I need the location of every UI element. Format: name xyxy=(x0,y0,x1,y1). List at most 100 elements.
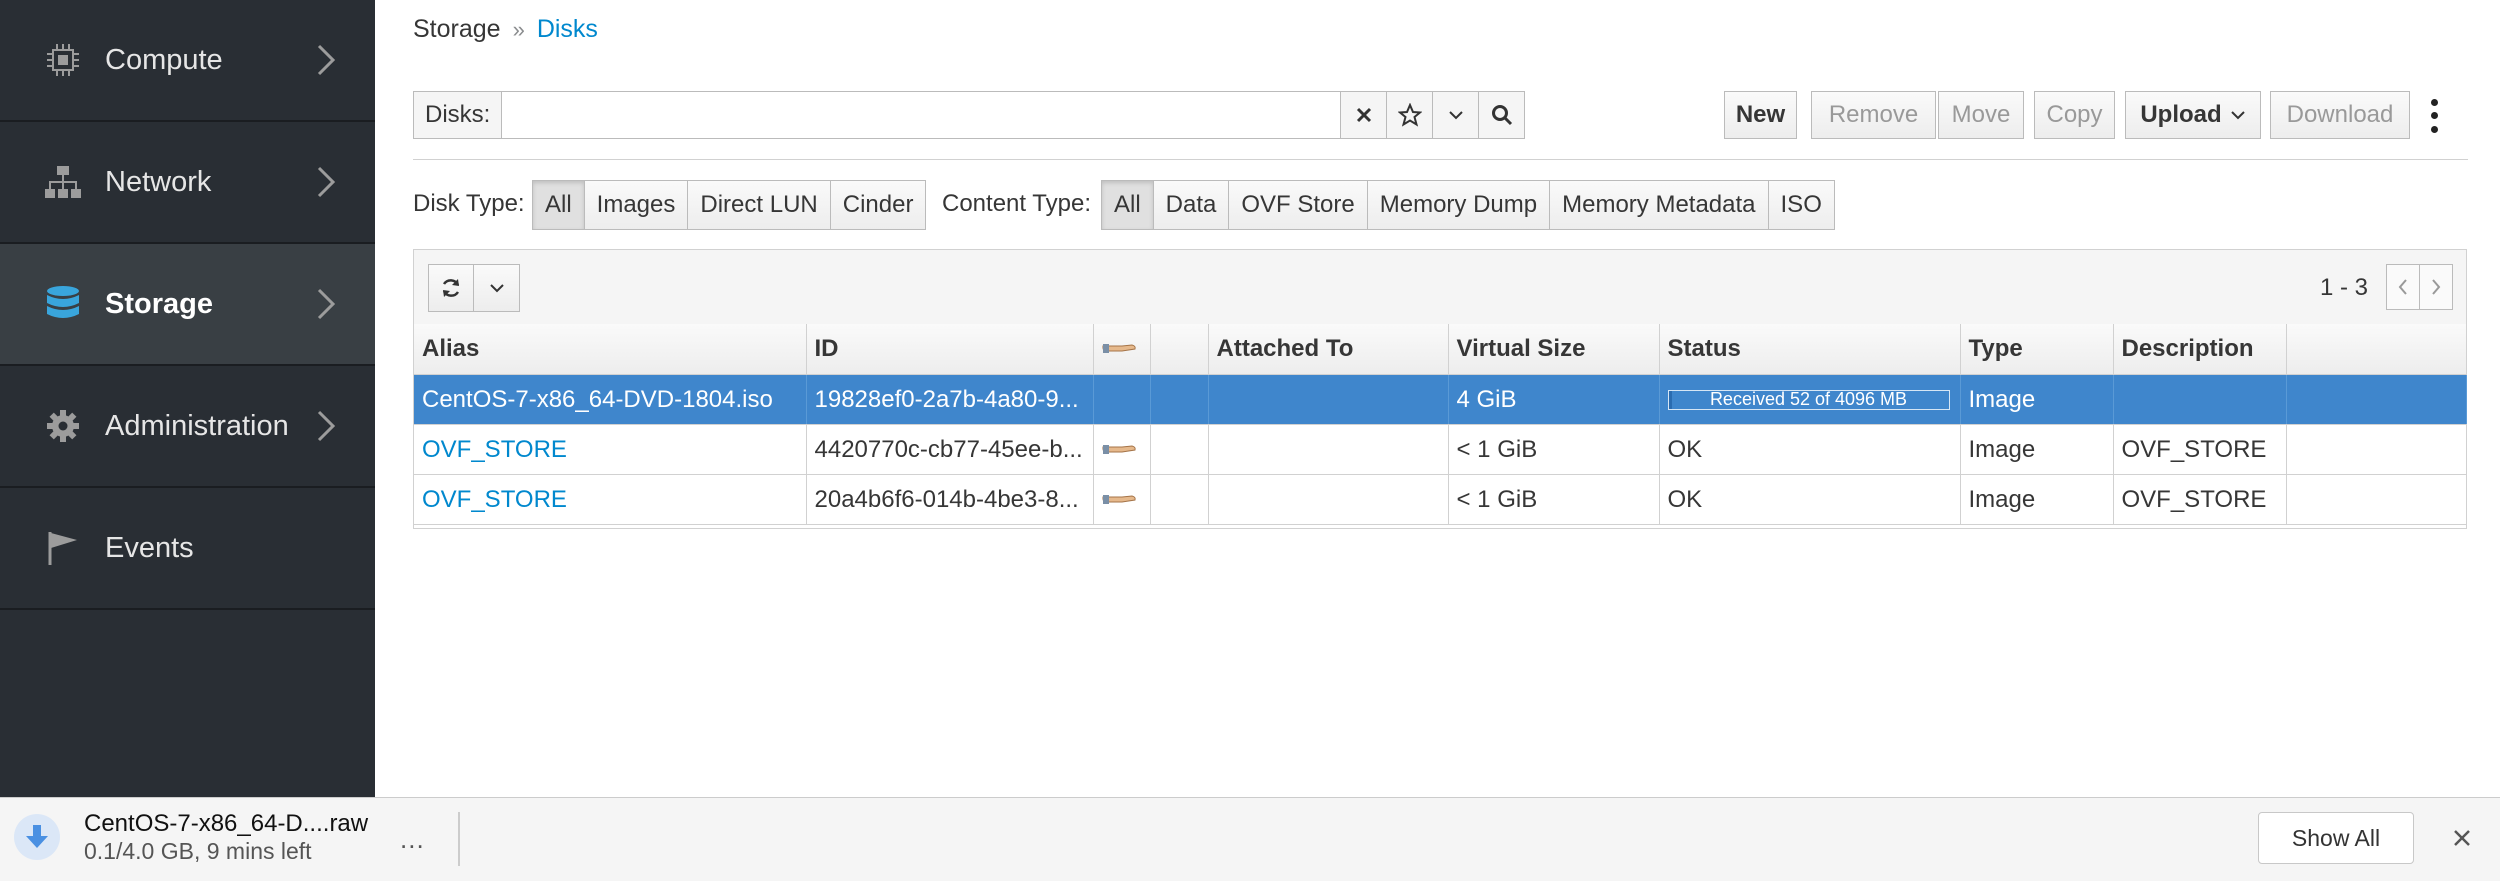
cell-alias[interactable]: OVF_STORE xyxy=(414,424,807,475)
move-button[interactable]: Move xyxy=(1938,91,2024,139)
cell-filler xyxy=(2286,424,2467,475)
gear-icon xyxy=(44,407,82,445)
copy-button[interactable]: Copy xyxy=(2034,91,2115,139)
content-type-memory-dump[interactable]: Memory Dump xyxy=(1367,180,1551,230)
disks-table: Alias ID Attached To Virtual Size Status… xyxy=(414,324,2467,525)
breadcrumb-separator: » xyxy=(512,16,525,42)
content-type-ovf-store[interactable]: OVF Store xyxy=(1229,180,1368,230)
cell-hand xyxy=(1093,374,1151,425)
cell-virtual-size: < 1 GiB xyxy=(1448,474,1660,525)
cell-id: 20a4b6f6-014b-4be3-8... xyxy=(806,474,1094,525)
cell-attached-to xyxy=(1208,374,1449,425)
search-label: Disks: xyxy=(413,91,503,139)
cell-description xyxy=(2113,374,2287,425)
cell-status: OK xyxy=(1659,474,1961,525)
breadcrumb-storage[interactable]: Storage xyxy=(413,15,501,44)
cell-attached-to xyxy=(1208,424,1449,475)
nav-item-compute[interactable]: Compute xyxy=(0,0,375,122)
cell-id: 4420770c-cb77-45ee-b... xyxy=(806,424,1094,475)
nav-label: Network xyxy=(105,165,212,198)
progress-fill xyxy=(1668,390,1673,409)
cell-filler xyxy=(2286,474,2467,525)
download-bar: CentOS-7-x86_64-D....raw 0.1/4.0 GB, 9 m… xyxy=(0,797,2500,881)
disk-type-cinder[interactable]: Cinder xyxy=(830,180,927,230)
column-header-status[interactable]: Status xyxy=(1659,324,1961,375)
refresh-dropdown-button[interactable] xyxy=(474,264,520,312)
content-type-all[interactable]: All xyxy=(1101,180,1154,230)
disk-type-images[interactable]: Images xyxy=(584,180,689,230)
disk-type-all[interactable]: All xyxy=(532,180,585,230)
remove-button[interactable]: Remove xyxy=(1811,91,1936,139)
search-button[interactable] xyxy=(1479,91,1526,139)
chevron-right-icon xyxy=(317,166,336,198)
column-header-attached-to[interactable]: Attached To xyxy=(1208,324,1449,375)
column-header-hand[interactable] xyxy=(1093,324,1151,375)
download-arrow-icon[interactable] xyxy=(14,814,60,860)
chevron-right-icon xyxy=(317,410,336,442)
refresh-button[interactable] xyxy=(428,264,474,312)
download-status: 0.1/4.0 GB, 9 mins left xyxy=(84,838,312,864)
search-dropdown-button[interactable] xyxy=(1433,91,1480,139)
cell-empty xyxy=(1150,374,1209,425)
chevron-right-icon xyxy=(2432,279,2441,295)
column-header-alias[interactable]: Alias xyxy=(414,324,807,375)
kebab-menu-icon[interactable] xyxy=(2424,96,2444,136)
column-header-empty xyxy=(1150,324,1209,375)
disk-type-label: Disk Type: xyxy=(413,190,525,217)
column-header-virtual-size[interactable]: Virtual Size xyxy=(1448,324,1660,375)
breadcrumb: Storage » Disks xyxy=(413,15,598,44)
alias-link[interactable]: OVF_STORE xyxy=(422,436,567,463)
download-more-button[interactable]: ... xyxy=(400,824,425,855)
cell-status: OK xyxy=(1659,424,1961,475)
close-icon[interactable] xyxy=(2446,822,2478,854)
upload-label: Upload xyxy=(2140,101,2222,128)
nav-label: Compute xyxy=(105,43,223,76)
search-input[interactable] xyxy=(502,91,1342,139)
breadcrumb-disks[interactable]: Disks xyxy=(537,15,598,44)
pager-range: 1 - 3 xyxy=(2320,274,2369,301)
prev-page-button[interactable] xyxy=(2386,264,2420,310)
cell-alias[interactable]: CentOS-7-x86_64-DVD-1804.iso xyxy=(414,374,807,425)
alias-link[interactable]: OVF_STORE xyxy=(422,486,567,513)
disk-type-direct-lun[interactable]: Direct LUN xyxy=(688,180,831,230)
next-page-button[interactable] xyxy=(2419,264,2453,310)
cell-filler xyxy=(2286,374,2467,425)
divider xyxy=(413,159,2468,160)
cell-hand xyxy=(1093,424,1151,475)
cell-status: Received 52 of 4096 MB xyxy=(1659,374,1961,425)
cell-virtual-size: 4 GiB xyxy=(1448,374,1660,425)
content-type-memory-metadata[interactable]: Memory Metadata xyxy=(1550,180,1769,230)
content-type-iso[interactable]: ISO xyxy=(1768,180,1835,230)
download-file-name[interactable]: CentOS-7-x86_64-D....raw xyxy=(84,810,368,838)
network-icon xyxy=(44,163,82,201)
nav-label: Events xyxy=(105,531,194,564)
download-button[interactable]: Download xyxy=(2270,91,2410,139)
cell-type: Image xyxy=(1960,374,2114,425)
cell-id: 19828ef0-2a7b-4a80-9... xyxy=(806,374,1094,425)
table-row[interactable]: OVF_STORE 20a4b6f6-014b-4be3-8... < 1 Gi… xyxy=(414,474,2467,525)
nav-item-network[interactable]: Network xyxy=(0,122,375,244)
nav-item-administration[interactable]: Administration xyxy=(0,366,375,488)
progress-label: Received 52 of 4096 MB xyxy=(1709,389,1908,409)
column-header-type[interactable]: Type xyxy=(1960,324,2114,375)
star-icon xyxy=(1397,103,1422,127)
bookmark-button[interactable] xyxy=(1387,91,1434,139)
show-all-button[interactable]: Show All xyxy=(2258,812,2414,864)
cell-alias[interactable]: OVF_STORE xyxy=(414,474,807,525)
clear-search-button[interactable] xyxy=(1341,91,1388,139)
content-type-data[interactable]: Data xyxy=(1153,180,1230,230)
upload-progress-bar: Received 52 of 4096 MB xyxy=(1667,389,1950,410)
hand-icon xyxy=(1102,494,1136,504)
cell-type: Image xyxy=(1960,474,2114,525)
nav-item-storage[interactable]: Storage xyxy=(0,244,375,366)
cell-description: OVF_STORE xyxy=(2113,474,2287,525)
table-row[interactable]: OVF_STORE 4420770c-cb77-45ee-b... < 1 Gi… xyxy=(414,424,2467,475)
upload-button[interactable]: Upload xyxy=(2125,91,2261,139)
column-header-description[interactable]: Description xyxy=(2113,324,2287,375)
column-header-filler xyxy=(2286,324,2467,375)
new-button[interactable]: New xyxy=(1724,91,1797,139)
table-row[interactable]: CentOS-7-x86_64-DVD-1804.iso 19828ef0-2a… xyxy=(414,374,2467,425)
close-icon xyxy=(1356,107,1371,123)
nav-item-events[interactable]: Events xyxy=(0,488,375,610)
column-header-id[interactable]: ID xyxy=(806,324,1094,375)
